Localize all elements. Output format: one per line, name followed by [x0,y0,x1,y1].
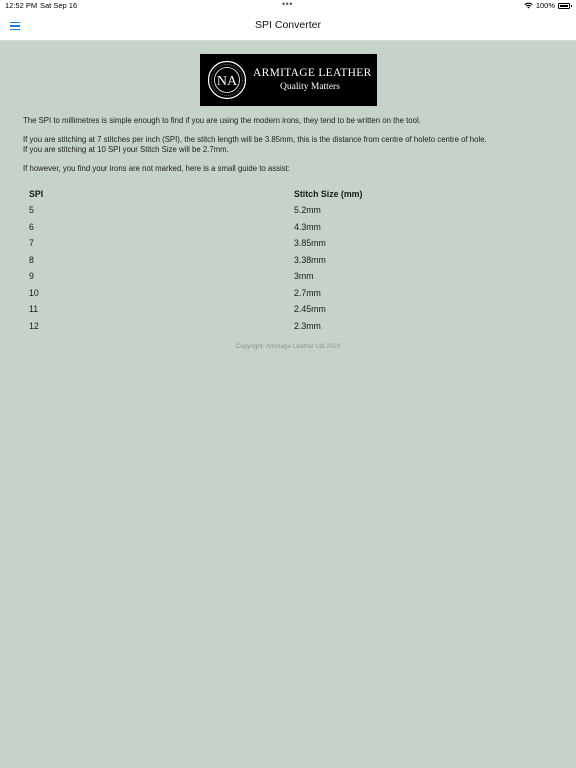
table-row: 7 3.85mm [23,235,543,252]
header-spi: SPI [29,189,44,199]
stitch-size-cell: 2.45mm [294,304,326,315]
logo-emblem-icon: NA [207,60,247,100]
table-row: 10 2.7mm [23,285,543,302]
spi-cell: 6 [29,221,34,232]
header-stitch-size: Stitch Size (mm) [294,189,363,199]
status-bar: 12:52 PM Sat Sep 16 ••• 100% [0,0,576,12]
logo-name: ARMITAGE LEATHER [253,67,372,79]
spi-cell: 9 [29,271,34,282]
battery-icon [558,2,572,9]
navigation-bar: SPI Converter [0,12,576,41]
stitch-size-cell: 5.2mm [294,205,321,216]
table-row: 11 2.45mm [23,301,543,318]
table-row: 6 4.3mm [23,219,543,236]
status-date: Sat Sep 16 [40,1,78,10]
status-time: 12:52 PM [5,1,38,10]
stitch-size-cell: 3.85mm [294,238,326,249]
spi-cell: 8 [29,254,34,265]
multitasking-dots-icon[interactable]: ••• [282,0,293,9]
page-title: SPI Converter [255,19,321,31]
stitch-size-cell: 2.3mm [294,320,321,331]
table-row: 5 5.2mm [23,202,543,219]
example-text-1: If you are stitching at 7 stitches per i… [23,135,487,144]
stitch-size-cell: 2.7mm [294,287,321,298]
status-right: 100% [524,1,572,10]
main-content: NA ARMITAGE LEATHER Quality Matters The … [23,54,553,350]
stitch-size-cell: 4.3mm [294,221,321,232]
stitch-size-cell: 3mm [294,271,314,282]
armitage-leather-logo: NA ARMITAGE LEATHER Quality Matters [200,54,377,106]
table-row: 12 2.3mm [23,318,543,335]
intro-text: The SPI to millimetres is simple enough … [23,116,421,125]
battery-percent: 100% [535,1,555,10]
spi-table: SPI Stitch Size (mm) 5 5.2mm 6 4.3mm 7 3… [23,186,543,334]
guide-intro-text: If however, you find your irons are not … [23,164,290,173]
copyright-text: Copyright: Armitage Leather Ltd 2023 [235,343,341,350]
spi-cell: 10 [29,287,39,298]
stitch-size-cell: 3.38mm [294,254,326,265]
table-row: 9 3mm [23,268,543,285]
svg-text:NA: NA [217,74,238,89]
spi-cell: 11 [29,304,39,315]
spi-cell: 5 [29,205,34,216]
example-text-2: If you are stitching at 10 SPI your Stit… [23,145,229,154]
wifi-icon [524,2,533,9]
table-header-row: SPI Stitch Size (mm) [23,186,543,202]
spi-cell: 7 [29,238,34,249]
spi-cell: 12 [29,320,39,331]
table-row: 8 3.38mm [23,252,543,269]
logo-tagline: Quality Matters [280,82,340,92]
